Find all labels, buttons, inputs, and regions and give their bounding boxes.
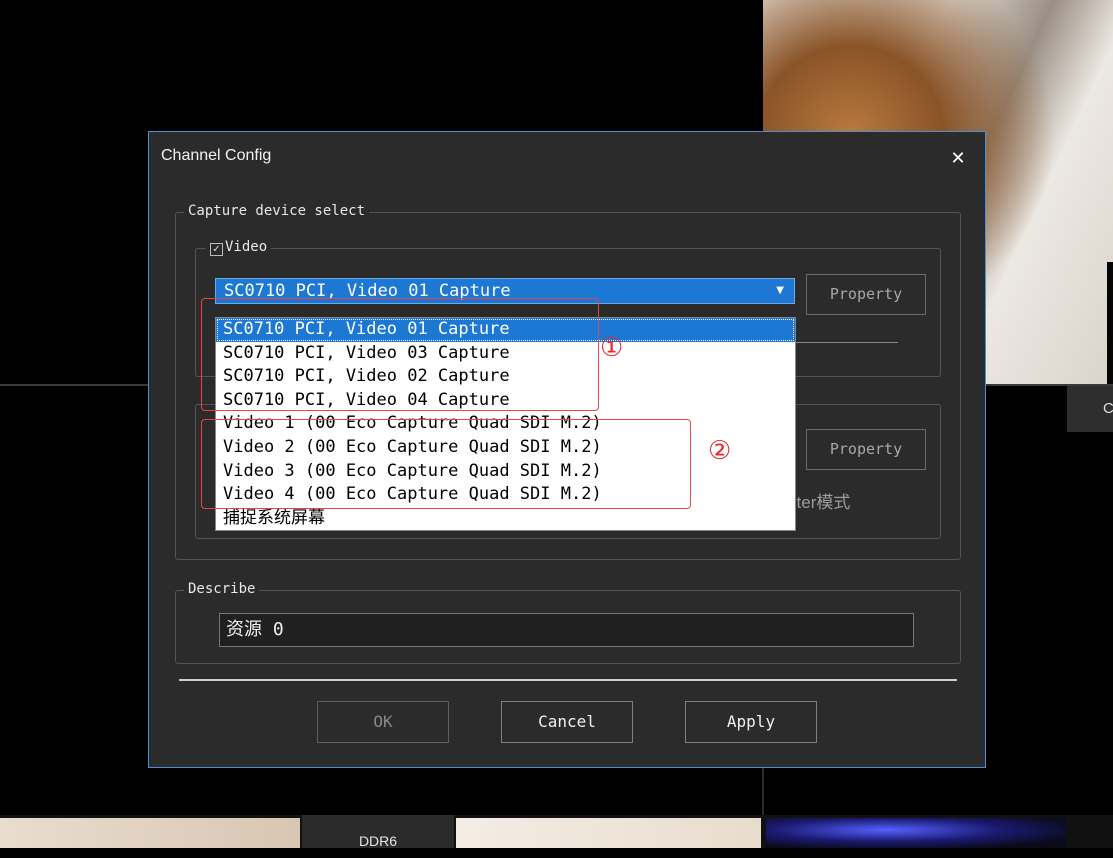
ok-button[interactable]: OK <box>317 701 449 743</box>
audio-property-button[interactable]: Property <box>806 429 926 470</box>
dialog-title: Channel Config <box>161 147 272 164</box>
annotation-box-2 <box>201 419 691 509</box>
describe-legend: Describe <box>184 581 260 597</box>
side-tab[interactable]: C <box>1067 386 1113 432</box>
cancel-button[interactable]: Cancel <box>501 701 633 743</box>
video-checkbox[interactable]: ✓ <box>210 243 223 256</box>
annotation-box-1 <box>201 298 599 411</box>
video-checkbox-label[interactable]: ✓ Video <box>206 239 272 256</box>
video-property-button[interactable]: Property <box>806 274 926 315</box>
preview-edge <box>1107 262 1113 386</box>
chevron-down-icon[interactable]: ▼ <box>776 279 784 303</box>
capture-device-legend: Capture device select <box>184 203 370 219</box>
close-button[interactable]: ✕ <box>945 146 971 172</box>
thumbnail-1[interactable] <box>0 818 300 848</box>
filter-mode-label[interactable]: ilter模式 <box>789 488 850 513</box>
thumbnail-2[interactable] <box>456 818 761 848</box>
video-label: Video <box>225 239 268 255</box>
bottom-tab-ddr6[interactable]: DDR6 <box>302 815 454 849</box>
channel-config-dialog: Channel Config ✕ Capture device select ✓… <box>148 131 986 768</box>
dropdown-item-8[interactable]: 捕捉系统屏幕 <box>216 507 795 530</box>
footer-divider <box>179 679 957 681</box>
apply-button[interactable]: Apply <box>685 701 817 743</box>
annotation-marker-1: ① <box>600 333 624 363</box>
annotation-marker-2: ② <box>708 436 732 466</box>
close-icon: ✕ <box>950 148 966 169</box>
describe-input[interactable]: 资源 0 <box>219 613 914 647</box>
thumbnail-3[interactable] <box>766 818 1066 848</box>
